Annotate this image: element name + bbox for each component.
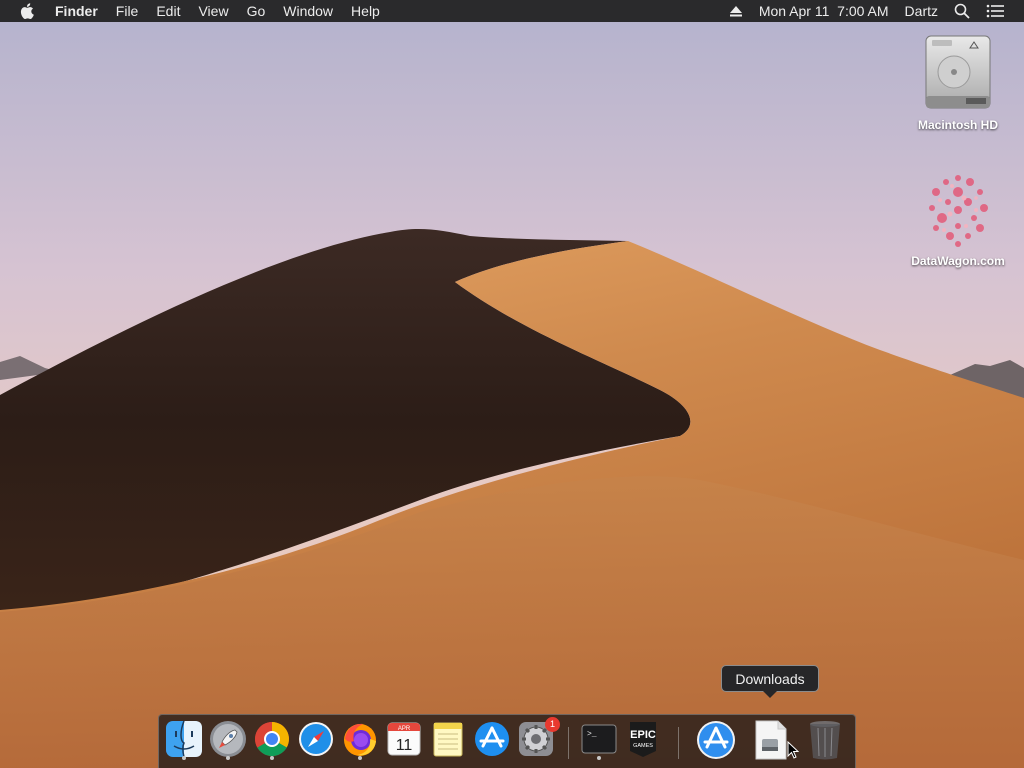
downloads-stack-icon [755,720,787,760]
menu-clock[interactable]: Mon Apr 11 7:00 AM [751,0,897,22]
menu-go[interactable]: Go [238,0,275,22]
menu-bar: Finder File Edit View Go Window Help Mon… [0,0,1024,22]
firefox-icon [344,723,376,756]
menu-help[interactable]: Help [342,0,389,22]
trash-icon [810,721,840,760]
dock-item-firefox[interactable] [340,719,380,761]
menu-file[interactable]: File [107,0,148,22]
dock-tooltip-arrow [763,691,777,698]
running-indicator [270,756,274,760]
dock-item-calendar[interactable]: APR 11 [384,719,424,761]
notification-center-icon[interactable] [978,0,1012,22]
chrome-icon [255,722,289,756]
dock-item-system-preferences[interactable]: 1 [516,717,560,761]
menu-view[interactable]: View [189,0,237,22]
svg-text:GAMES: GAMES [633,743,653,749]
svg-text:APR: APR [398,726,411,732]
dock-item-app-store[interactable] [472,719,512,761]
running-indicator [597,756,601,760]
launchpad-icon [210,721,246,757]
menu-edit[interactable]: Edit [147,0,189,22]
dock-item-terminal[interactable]: >_ [579,719,619,761]
datawagon-image-icon [918,170,998,250]
dock-item-epic-games[interactable]: EPIC GAMES [623,719,663,761]
app-store-icon [475,722,509,756]
desktop-icon-macintosh-hd[interactable]: Macintosh HD [903,34,1013,132]
running-indicator [358,756,362,760]
dock-item-launchpad[interactable] [208,719,248,761]
dock-item-applications[interactable] [695,719,735,761]
menu-window[interactable]: Window [274,0,342,22]
dock: APR 11 1 >_ EPIC GAMES [158,714,856,768]
safari-icon [299,722,333,756]
dock-item-trash[interactable] [805,719,845,761]
epic-games-icon: EPIC GAMES [630,722,656,757]
eject-icon[interactable] [721,0,751,22]
dock-tooltip: Downloads [721,665,819,692]
dock-item-downloads[interactable] [750,719,790,761]
hard-drive-icon [918,34,998,114]
terminal-icon: >_ [581,724,617,754]
notes-icon [433,722,463,757]
apple-logo-icon[interactable] [0,0,46,22]
wallpaper-mojave-dunes [0,0,1024,768]
notification-badge: 1 [545,717,560,732]
dock-item-notes[interactable] [428,719,468,761]
dock-separator [568,727,569,759]
desktop-icon-label: DataWagon.com [911,254,1005,268]
running-indicator [226,756,230,760]
dock-item-chrome[interactable] [252,719,292,761]
svg-text:>_: >_ [587,730,597,739]
svg-text:EPIC: EPIC [630,729,656,741]
menu-app-name[interactable]: Finder [46,0,107,22]
svg-text:11: 11 [396,737,413,754]
desktop: Finder File Edit View Go Window Help Mon… [0,0,1024,768]
spotlight-search-icon[interactable] [946,0,978,22]
dock-item-safari[interactable] [296,719,336,761]
dock-item-finder[interactable] [164,719,204,761]
calendar-icon: APR 11 [387,722,421,756]
desktop-icon-label: Macintosh HD [917,118,998,132]
dock-separator [678,727,679,759]
menu-user[interactable]: Dartz [897,0,946,22]
running-indicator [182,756,186,760]
mouse-pointer-icon [787,741,799,759]
applications-folder-icon [697,721,735,759]
desktop-icon-datawagon[interactable]: DataWagon.com [903,170,1013,268]
finder-icon [166,720,202,758]
